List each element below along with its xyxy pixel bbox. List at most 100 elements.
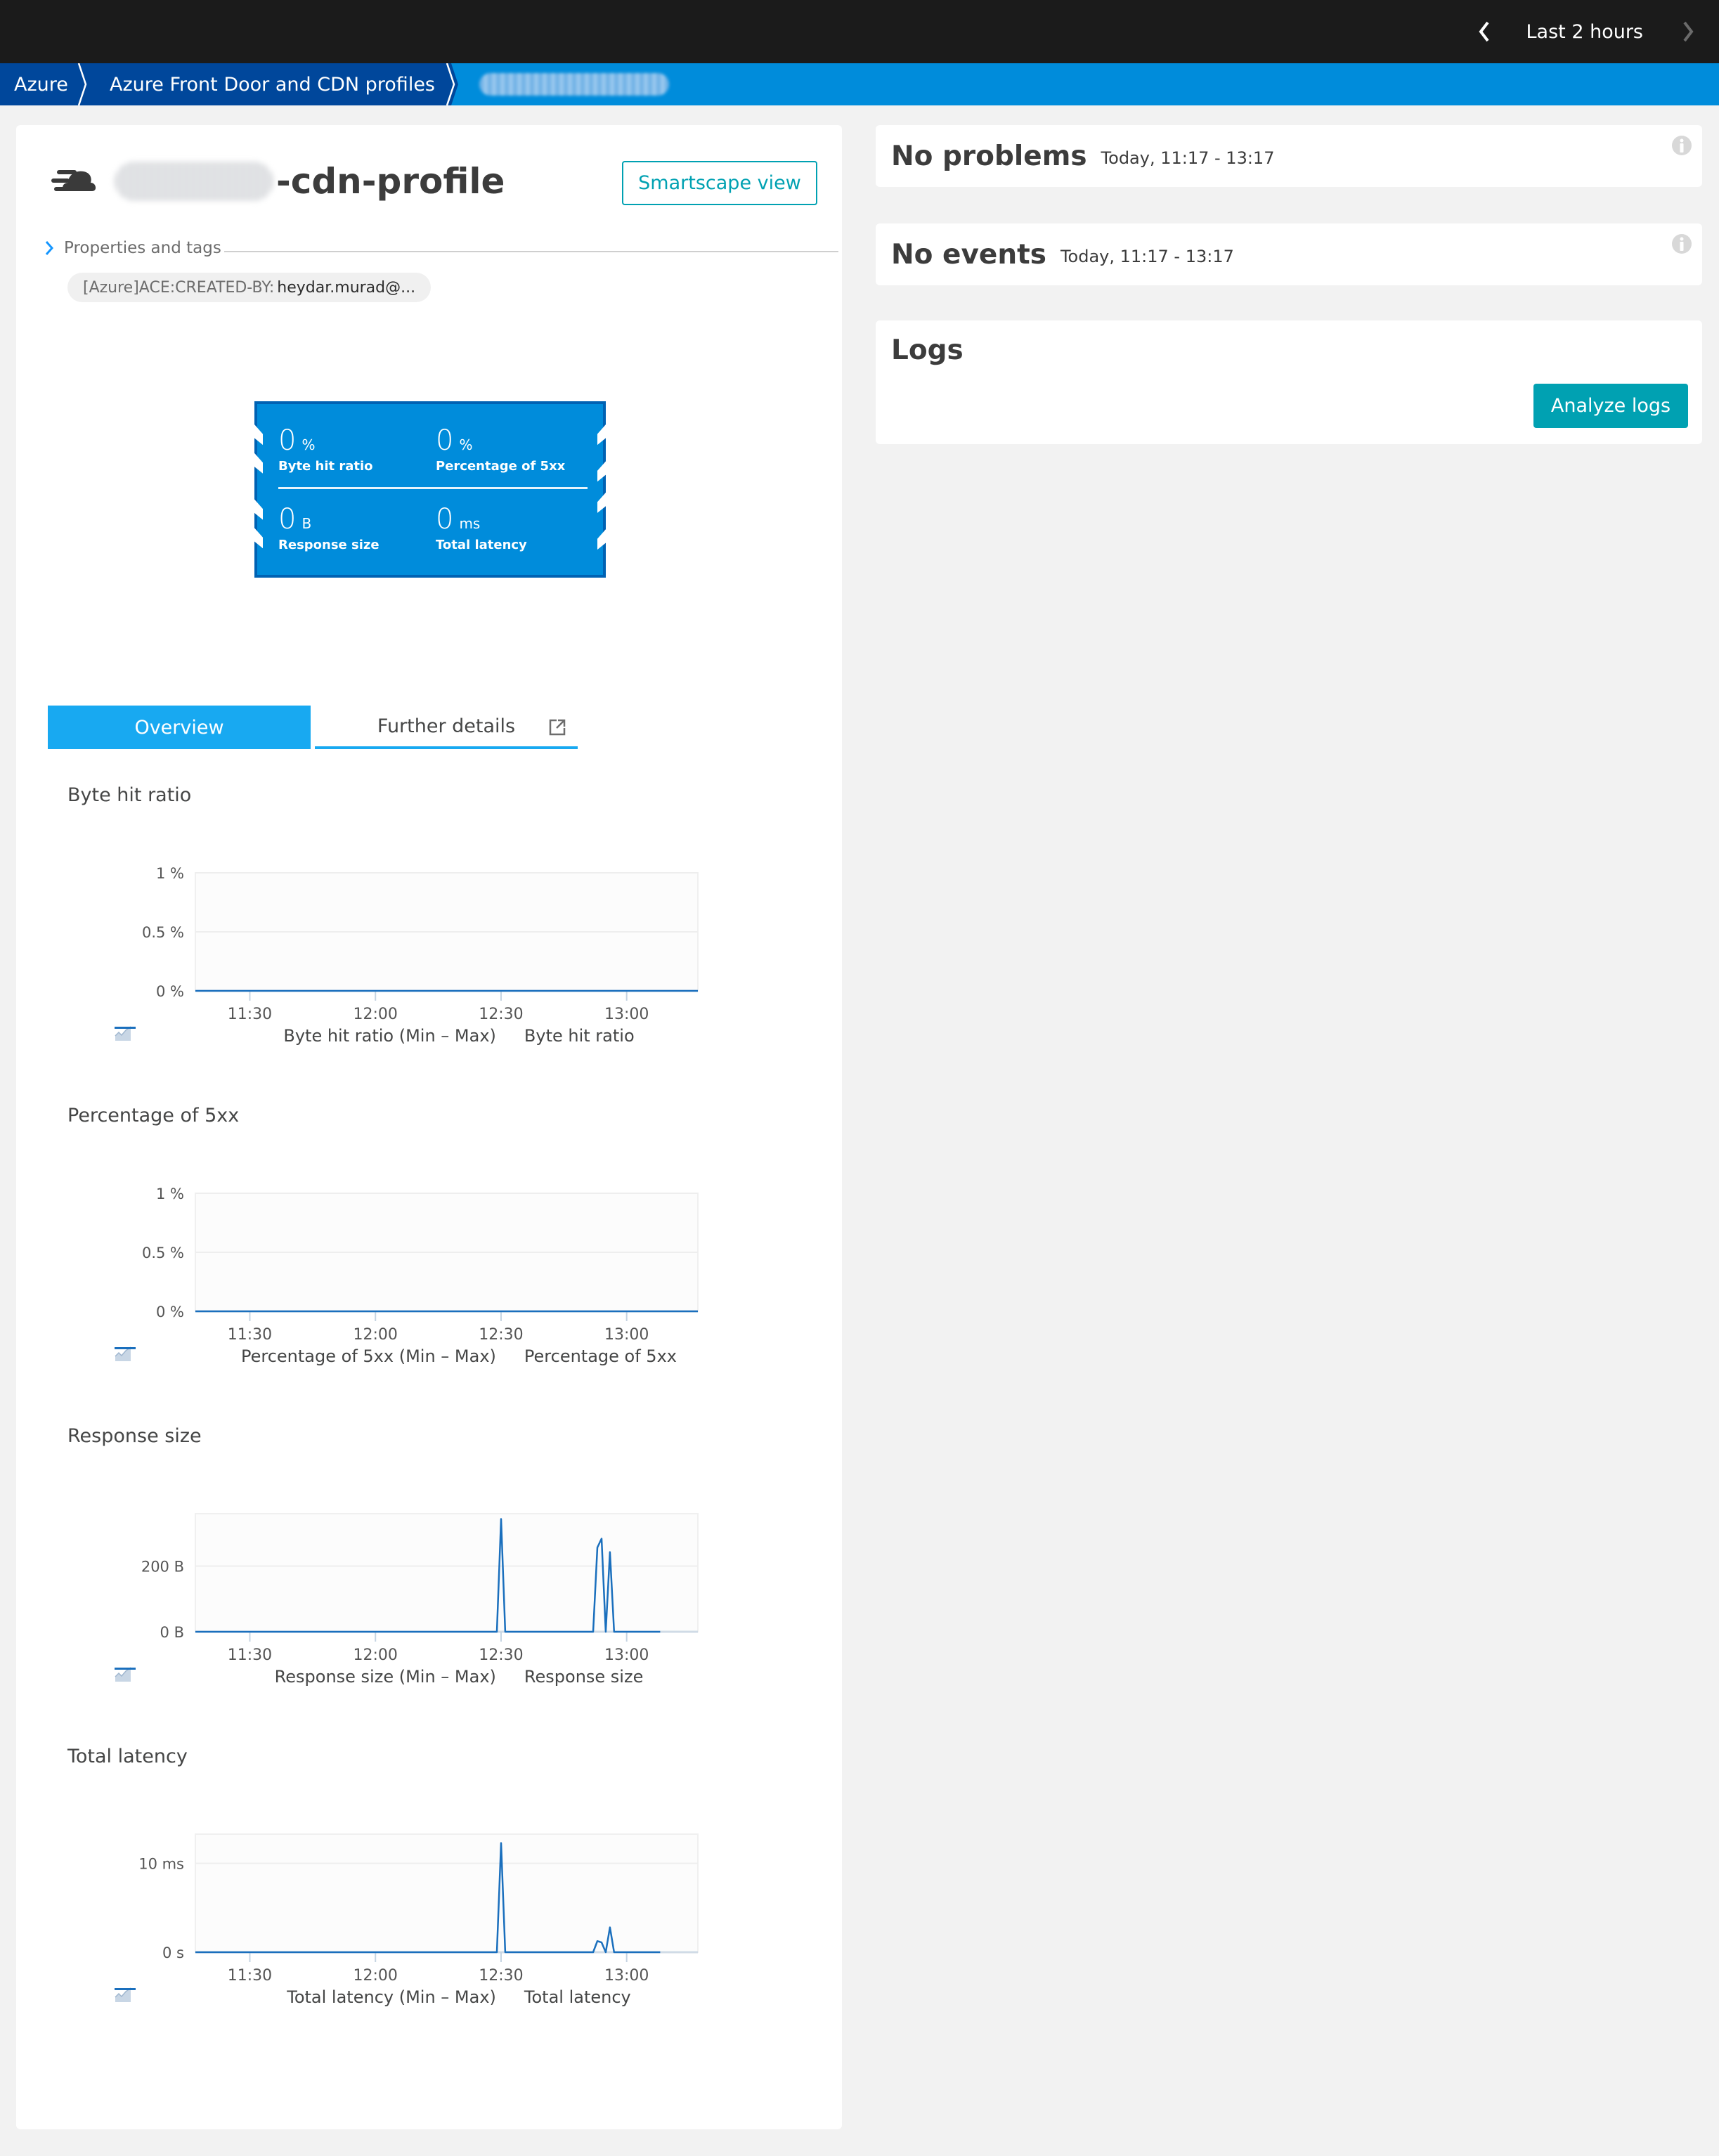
- tab-overview[interactable]: Overview: [48, 706, 311, 749]
- chart-percentage-5xx[interactable]: 0 % 0.5 % 1 % 11:30 12:00 12:30 13:00 Percentag…: [115, 1169, 719, 1380]
- tag-pill[interactable]: [Azure]ACE:CREATED-BY: heydar.murad@...: [67, 273, 431, 302]
- chart-response-size[interactable]: 0 B 200 B 11:30 12:00 12:30 13:00 Response siz…: [115, 1490, 719, 1701]
- properties-label: Properties and tags: [64, 239, 221, 257]
- tab-label: Further details: [377, 715, 516, 737]
- legend-item-range[interactable]: Byte hit ratio (Min – Max): [115, 1026, 496, 1046]
- y-tick-label: 10 ms: [138, 1856, 184, 1873]
- breadcrumb-separator-icon: [444, 63, 458, 105]
- x-tick-label: 12:30: [479, 1647, 523, 1664]
- metric-unit: %: [301, 436, 316, 453]
- tile-edge-decoration: [597, 424, 606, 550]
- page-title: -cdn-profile: [115, 157, 505, 206]
- x-tick-label: 11:30: [228, 1326, 272, 1344]
- tile-edge-decoration: [254, 424, 263, 549]
- line-series-icon: [115, 1988, 136, 1990]
- properties-and-tags-toggle[interactable]: Properties and tags: [44, 234, 838, 262]
- info-icon[interactable]: [1671, 135, 1692, 156]
- chart-legend: Percentage of 5xx (Min – Max) Percentage …: [115, 1346, 719, 1366]
- metric-byte-hit-ratio: 0% Byte hit ratio: [278, 427, 373, 474]
- breadcrumb-label: Azure Front Door and CDN profiles: [110, 73, 435, 96]
- metrics-tile[interactable]: 0% Byte hit ratio 0% Percentage of 5xx 0…: [254, 401, 606, 578]
- x-tick-label: 13:00: [604, 1647, 649, 1664]
- x-tick-label: 12:30: [479, 1006, 523, 1023]
- logs-title: Logs: [891, 335, 964, 366]
- problems-card[interactable]: No problems Today, 11:17 - 13:17: [876, 125, 1702, 187]
- metric-value: 0: [278, 503, 297, 535]
- chart-legend: Response size (Min – Max) Response size: [115, 1667, 719, 1687]
- legend-item-range[interactable]: Response size (Min – Max): [115, 1667, 496, 1687]
- events-header: No events Today, 11:17 - 13:17: [891, 223, 1234, 285]
- x-tick-label: 13:00: [604, 1967, 649, 1985]
- chevron-right-icon: [1683, 21, 1694, 42]
- x-tick-label: 13:00: [604, 1326, 649, 1344]
- tab-label: Overview: [134, 716, 224, 739]
- legend-item-range[interactable]: Total latency (Min – Max): [115, 1987, 496, 2007]
- y-tick-label: 0.5 %: [142, 924, 184, 941]
- chevron-left-icon: [1478, 21, 1489, 42]
- x-tick-label: 13:00: [604, 1006, 649, 1023]
- redacted-profile-name: [479, 73, 669, 96]
- x-tick-label: 12:30: [479, 1967, 523, 1985]
- y-tick-label: 1 %: [156, 1186, 184, 1202]
- y-tick-label: 1 %: [156, 865, 184, 882]
- line-series-icon: [115, 1347, 136, 1349]
- y-tick-label: 0 s: [162, 1944, 184, 1961]
- metric-unit: %: [459, 436, 473, 453]
- info-icon[interactable]: [1671, 233, 1692, 254]
- chart-title: Total latency: [67, 1746, 188, 1767]
- timeframe-selector: Last 2 hours: [1470, 0, 1719, 63]
- legend-item-series[interactable]: Response size: [115, 1667, 644, 1687]
- page-title-suffix: -cdn-profile: [276, 161, 505, 202]
- external-link-icon: [549, 719, 566, 736]
- metric-response-size: 0B Response size: [278, 505, 380, 552]
- legend-label: Response size: [524, 1667, 644, 1687]
- metric-label: Total latency: [436, 538, 527, 552]
- metric-unit: B: [301, 515, 312, 532]
- legend-item-series[interactable]: Percentage of 5xx: [115, 1346, 677, 1366]
- tab-further-details[interactable]: Further details: [315, 706, 578, 749]
- metric-label: Byte hit ratio: [278, 459, 373, 474]
- breadcrumb-current-profile: [451, 63, 669, 105]
- legend-label: Percentage of 5xx: [524, 1346, 677, 1366]
- legend-item-series[interactable]: Byte hit ratio: [115, 1026, 635, 1046]
- top-bar: Last 2 hours: [0, 0, 1719, 63]
- breadcrumb-label: Azure: [14, 73, 68, 96]
- logs-card: Logs Analyze logs: [876, 320, 1702, 444]
- breadcrumb-separator-icon: [76, 63, 90, 105]
- breadcrumb-cdn-profiles[interactable]: Azure Front Door and CDN profiles: [83, 63, 458, 105]
- line-series-icon: [115, 1027, 136, 1029]
- x-tick-label: 11:30: [228, 1647, 272, 1664]
- events-card[interactable]: No events Today, 11:17 - 13:17: [876, 223, 1702, 285]
- chart-title: Byte hit ratio: [67, 784, 192, 806]
- legend-label: Response size (Min – Max): [274, 1667, 496, 1687]
- chart-legend: Total latency (Min – Max) Total latency: [115, 1987, 719, 2007]
- metric-percentage-5xx: 0% Percentage of 5xx: [436, 427, 565, 474]
- metric-label: Response size: [278, 538, 380, 552]
- metric-value: 0: [278, 424, 297, 457]
- chevron-right-icon: [45, 241, 54, 255]
- y-tick-label: 0.5 %: [142, 1245, 184, 1261]
- y-tick-label: 0 %: [156, 1304, 184, 1320]
- divider: [223, 251, 838, 252]
- legend-label: Total latency (Min – Max): [287, 1987, 496, 2007]
- tab-bar: Overview Further details: [48, 706, 578, 749]
- smartscape-view-button[interactable]: Smartscape view: [622, 161, 817, 205]
- chart-byte-hit-ratio[interactable]: 0 % 0.5 % 1 % 11:30 12:00 12:30 13:00 Byte hit …: [115, 849, 719, 1060]
- problems-header: No problems Today, 11:17 - 13:17: [891, 125, 1274, 187]
- y-tick-label: 200 B: [141, 1559, 184, 1576]
- legend-item-series[interactable]: Total latency: [115, 1987, 631, 2007]
- metric-label: Percentage of 5xx: [436, 459, 566, 474]
- analyze-logs-button[interactable]: Analyze logs: [1533, 384, 1688, 428]
- timeframe-label[interactable]: Last 2 hours: [1526, 21, 1644, 43]
- problems-title: No problems: [891, 140, 1087, 172]
- x-tick-label: 12:30: [479, 1326, 523, 1344]
- chart-total-latency[interactable]: 0 s 10 ms 11:30 12:00 12:30 13:00 Total latenc…: [115, 1810, 719, 2021]
- legend-item-range[interactable]: Percentage of 5xx (Min – Max): [115, 1346, 496, 1366]
- y-tick-label: 0 B: [160, 1624, 184, 1641]
- plot-area: [195, 1833, 699, 1953]
- redacted-entity-name: [115, 162, 273, 201]
- breadcrumb-azure[interactable]: Azure: [0, 63, 90, 105]
- timeframe-next-button[interactable]: [1674, 18, 1702, 46]
- divider: [278, 487, 588, 489]
- timeframe-prev-button[interactable]: [1470, 18, 1498, 46]
